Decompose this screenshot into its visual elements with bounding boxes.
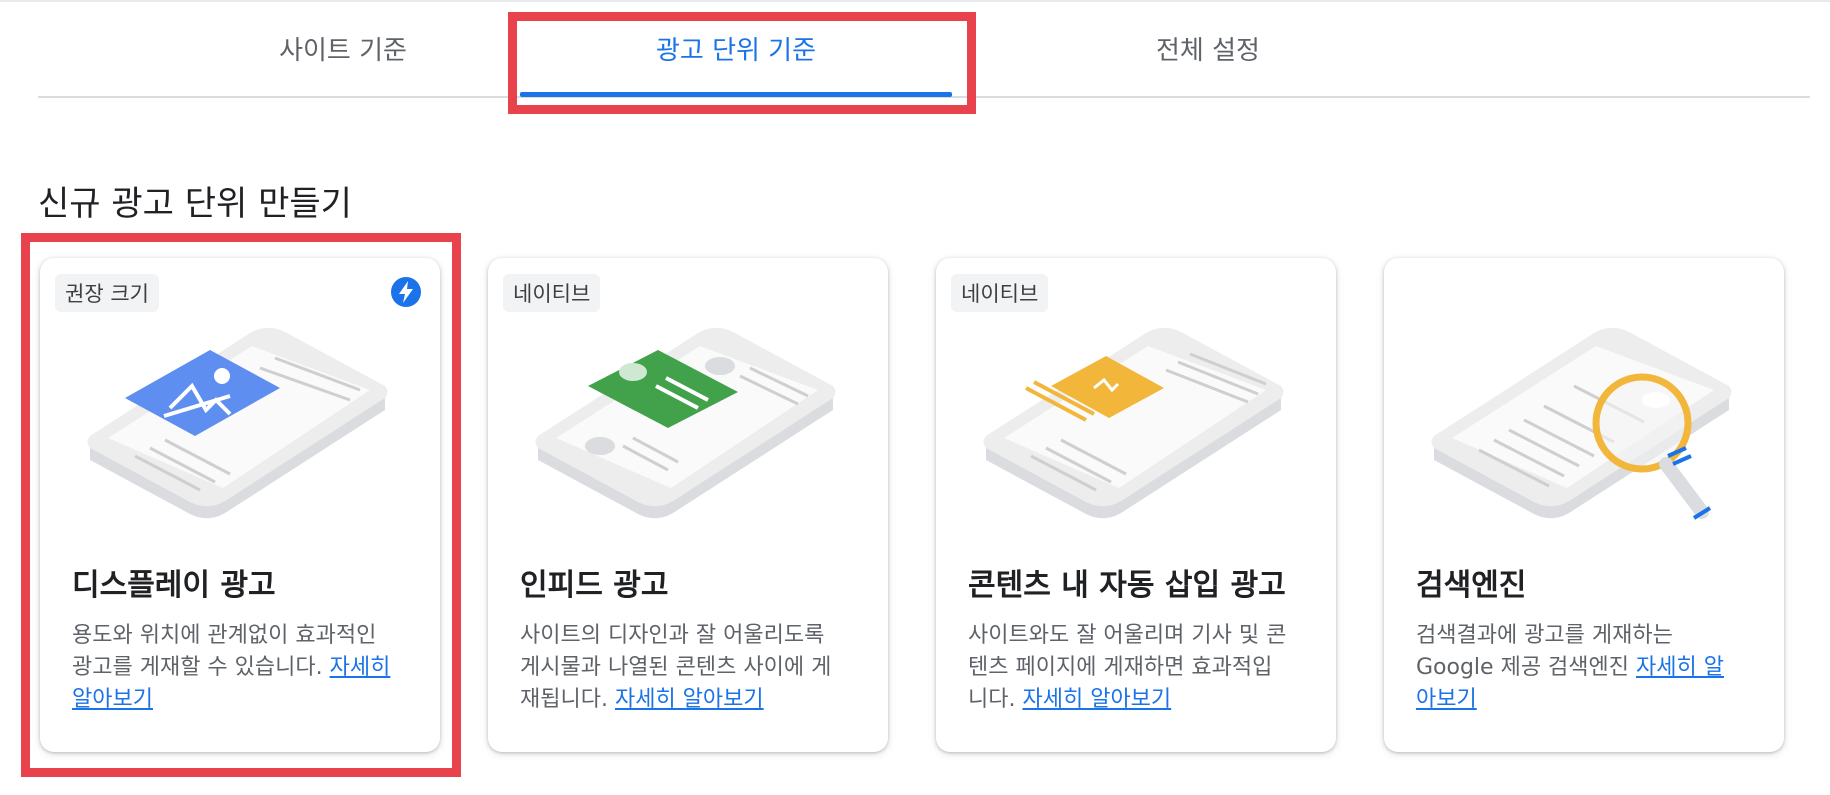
learn-more-link[interactable]: 자세히 알 [1636, 655, 1724, 680]
desc-line-link: 아보기 [1416, 684, 1766, 716]
lightning-bolt-icon [391, 277, 421, 307]
card-title: 검색엔진 [1416, 568, 1527, 603]
tab-global-settings[interactable]: 전체 설정 [978, 0, 1438, 96]
desc-line: 사이트와도 잘 어울리며 기사 및 콘 [968, 623, 1287, 648]
recommended-size-badge: 권장 크기 [55, 274, 159, 312]
tab-bar: 사이트 기준 광고 단위 기준 전체 설정 [38, 0, 1810, 98]
desc-line-with-link: 광고를 게재할 수 있습니다. 자세히 [72, 652, 422, 684]
section-title: 신규 광고 단위 만들기 [38, 184, 352, 224]
desc-line: 텐츠 페이지에 게재하면 효과적입 [968, 655, 1273, 680]
card-title: 콘텐츠 내 자동 삽입 광고 [968, 568, 1286, 603]
infeed-ad-card[interactable]: 네이티브 인피드 광고 사이트의 디자인과 잘 어울리도록 게시물과 나열된 콘… [488, 258, 888, 752]
desc-line-with-link: Google 제공 검색엔진 자세히 알 [1416, 652, 1766, 684]
inarticle-ad-illustration [983, 328, 1284, 519]
card-description: 사이트와도 잘 어울리며 기사 및 콘 텐츠 페이지에 게재하면 효과적입 니다… [968, 620, 1318, 716]
desc-line-with-link: 니다. 자세히 알아보기 [968, 684, 1318, 716]
desc-line: 니다. [968, 687, 1016, 712]
inarticle-ad-card[interactable]: 네이티브 콘텐츠 내 자동 삽입 광고 사이트와도 잘 어울리며 기사 및 콘 … [936, 258, 1336, 752]
infeed-ad-illustration [535, 328, 836, 519]
search-engine-card[interactable]: 검색엔진 검색결과에 광고를 게재하는 Google 제공 검색엔진 자세히 알… [1384, 258, 1784, 752]
native-badge: 네이티브 [503, 274, 601, 312]
active-tab-indicator [520, 92, 952, 97]
desc-line: 검색결과에 광고를 게재하는 [1416, 623, 1673, 648]
display-ad-card[interactable]: 권장 크기 디스플레이 광고 용도와 위치에 관계없이 효과적인 광고를 게재할… [40, 258, 440, 752]
native-badge: 네이티브 [951, 274, 1049, 312]
tab-by-ad-unit[interactable]: 광고 단위 기준 [520, 0, 952, 96]
learn-more-link[interactable]: 자세히 [330, 655, 391, 680]
search-engine-illustration [1431, 328, 1732, 520]
desc-line-link: 알아보기 [72, 684, 422, 716]
learn-more-link[interactable]: 알아보기 [72, 687, 153, 712]
desc-line: 용도와 위치에 관계없이 효과적인 [72, 623, 377, 648]
tab-by-site[interactable]: 사이트 기준 [188, 0, 498, 96]
learn-more-link[interactable]: 자세히 알아보기 [1022, 687, 1171, 712]
card-title: 디스플레이 광고 [72, 568, 276, 603]
desc-line: 재됩니다. [520, 687, 608, 712]
card-description: 용도와 위치에 관계없이 효과적인 광고를 게재할 수 있습니다. 자세히 알아… [72, 620, 422, 716]
learn-more-link[interactable]: 자세히 알아보기 [615, 687, 764, 712]
card-description: 검색결과에 광고를 게재하는 Google 제공 검색엔진 자세히 알 아보기 [1416, 620, 1766, 716]
desc-line-with-link: 재됩니다. 자세히 알아보기 [520, 684, 870, 716]
desc-line: 광고를 게재할 수 있습니다. [72, 655, 323, 680]
card-title: 인피드 광고 [520, 568, 669, 603]
display-ad-illustration [87, 328, 388, 519]
card-description: 사이트의 디자인과 잘 어울리도록 게시물과 나열된 콘텐츠 사이에 게 재됩니… [520, 620, 870, 716]
desc-line: 게시물과 나열된 콘텐츠 사이에 게 [520, 655, 832, 680]
desc-line: Google 제공 검색엔진 [1416, 655, 1630, 680]
desc-line: 사이트의 디자인과 잘 어울리도록 [520, 623, 825, 648]
learn-more-link[interactable]: 아보기 [1416, 687, 1477, 712]
